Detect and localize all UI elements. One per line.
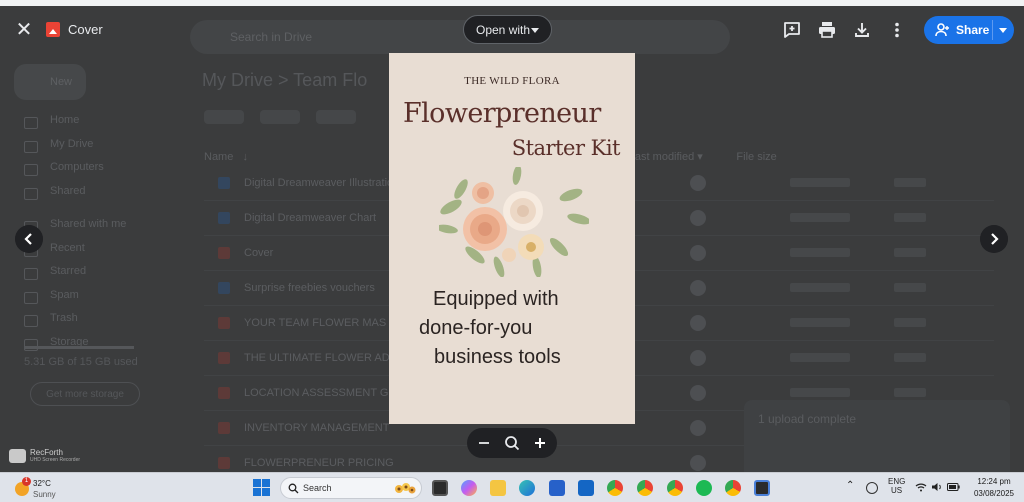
drive-nav-item: Spam	[20, 289, 170, 313]
doc-tagline-line: done-for-you	[419, 317, 533, 339]
taskbar: 1 32°C Sunny Search ⌃ ENG US 12:24 pm 03…	[0, 472, 1024, 502]
weather-temperature: 32°C	[33, 479, 51, 488]
chrome-profile-3-icon[interactable]	[725, 480, 741, 496]
recorder-logo-icon	[9, 449, 26, 463]
recorder-subtitle: UHD Screen Recorder	[30, 457, 81, 463]
language-code: ENG	[888, 477, 906, 486]
drive-nav-item: Recent	[20, 242, 170, 266]
doc-tagline-line: business tools	[434, 346, 561, 368]
zoom-in-icon[interactable]	[525, 428, 555, 458]
print-icon[interactable]	[817, 20, 837, 40]
task-view-icon[interactable]	[432, 480, 448, 496]
drive-nav-item: Home	[20, 114, 170, 138]
more-vert-icon[interactable]	[887, 20, 907, 40]
system-clock[interactable]: 12:24 pm 03/08/2025	[968, 476, 1020, 500]
weather-widget[interactable]: 1 32°C Sunny	[13, 477, 83, 501]
drive-nav-item: Trash	[20, 312, 170, 336]
image-file-icon	[46, 22, 60, 37]
drive-nav-item: Computers	[20, 161, 170, 185]
doc-subtitle: Starter Kit	[511, 136, 621, 160]
wifi-icon[interactable]	[915, 482, 927, 492]
taskbar-search-label: Search	[303, 483, 332, 493]
outlook-icon[interactable]	[578, 480, 594, 496]
zoom-controls	[467, 428, 557, 458]
close-icon[interactable]: ✕	[14, 20, 34, 40]
drive-nav-item: Shared	[20, 185, 170, 209]
taskbar-search[interactable]: Search	[280, 477, 422, 499]
start-button[interactable]	[253, 479, 270, 496]
drive-get-storage-button: Get more storage	[30, 382, 140, 406]
chevron-up-icon[interactable]: ⌃	[846, 480, 854, 491]
drive-storage-bar	[24, 346, 134, 349]
drive-nav-item: My Drive	[20, 138, 170, 162]
chrome-icon[interactable]	[607, 480, 623, 496]
search-icon	[288, 483, 299, 494]
chrome-profile-icon[interactable]	[637, 480, 653, 496]
store-icon[interactable]	[549, 480, 565, 496]
file-explorer-icon[interactable]	[490, 480, 506, 496]
drive-upload-panel: 1 upload complete	[744, 400, 1010, 472]
battery-icon[interactable]	[947, 483, 960, 491]
clock-time: 12:24 pm	[977, 477, 1011, 486]
weather-condition: Sunny	[33, 490, 56, 499]
share-label: Share	[956, 23, 990, 37]
drive-search-placeholder: Search in Drive	[230, 30, 313, 44]
edge-icon[interactable]	[519, 480, 535, 496]
region-code: US	[891, 486, 903, 495]
recorder-name: RecForth	[30, 448, 63, 457]
search-highlight-icon	[395, 483, 416, 494]
previous-file-button[interactable]	[15, 225, 43, 253]
copilot-icon[interactable]	[461, 480, 477, 496]
next-file-button[interactable]	[980, 225, 1008, 253]
open-with-label: Open with	[476, 23, 531, 37]
doc-brand: THE WILD FLORA	[464, 75, 560, 87]
doc-tagline-line: Equipped with	[433, 288, 559, 310]
drive-search-bar: Search in Drive	[190, 20, 730, 54]
chevron-down-icon	[531, 28, 539, 33]
notification-badge: 1	[22, 477, 31, 486]
network-status-icon[interactable]	[866, 482, 878, 494]
drive-filter-chips	[204, 110, 384, 132]
drive-new-button: New	[14, 64, 86, 100]
document-preview: THE WILD FLORA Flowerpreneur Starter Kit…	[389, 53, 635, 424]
drive-nav-item: Starred	[20, 265, 170, 289]
clock-date: 03/08/2025	[973, 489, 1015, 498]
flower-bouquet-illustration	[439, 167, 589, 277]
doc-tagline: Equipped with done-for-you business tool…	[409, 285, 629, 372]
open-with-button[interactable]: Open with	[463, 15, 552, 44]
zoom-out-icon[interactable]	[469, 428, 499, 458]
volume-icon[interactable]	[931, 482, 943, 492]
spotify-icon[interactable]	[696, 480, 712, 496]
add-person-icon	[935, 23, 949, 37]
add-comment-icon[interactable]	[782, 20, 802, 40]
share-button[interactable]: Share	[924, 16, 1014, 44]
drive-breadcrumb: My Drive > Team Flo	[202, 70, 368, 90]
language-indicator[interactable]: ENG US	[888, 477, 905, 495]
drive-storage-text: 5.31 GB of 15 GB used	[24, 356, 138, 368]
magnifier-icon[interactable]	[497, 428, 527, 458]
download-icon[interactable]	[852, 20, 872, 40]
recorder-app-icon[interactable]	[754, 480, 770, 496]
share-dropdown-icon[interactable]	[999, 28, 1007, 33]
file-title: Cover	[68, 22, 103, 37]
chrome-profile-2-icon[interactable]	[667, 480, 683, 496]
doc-title: Flowerpreneur	[403, 98, 601, 129]
